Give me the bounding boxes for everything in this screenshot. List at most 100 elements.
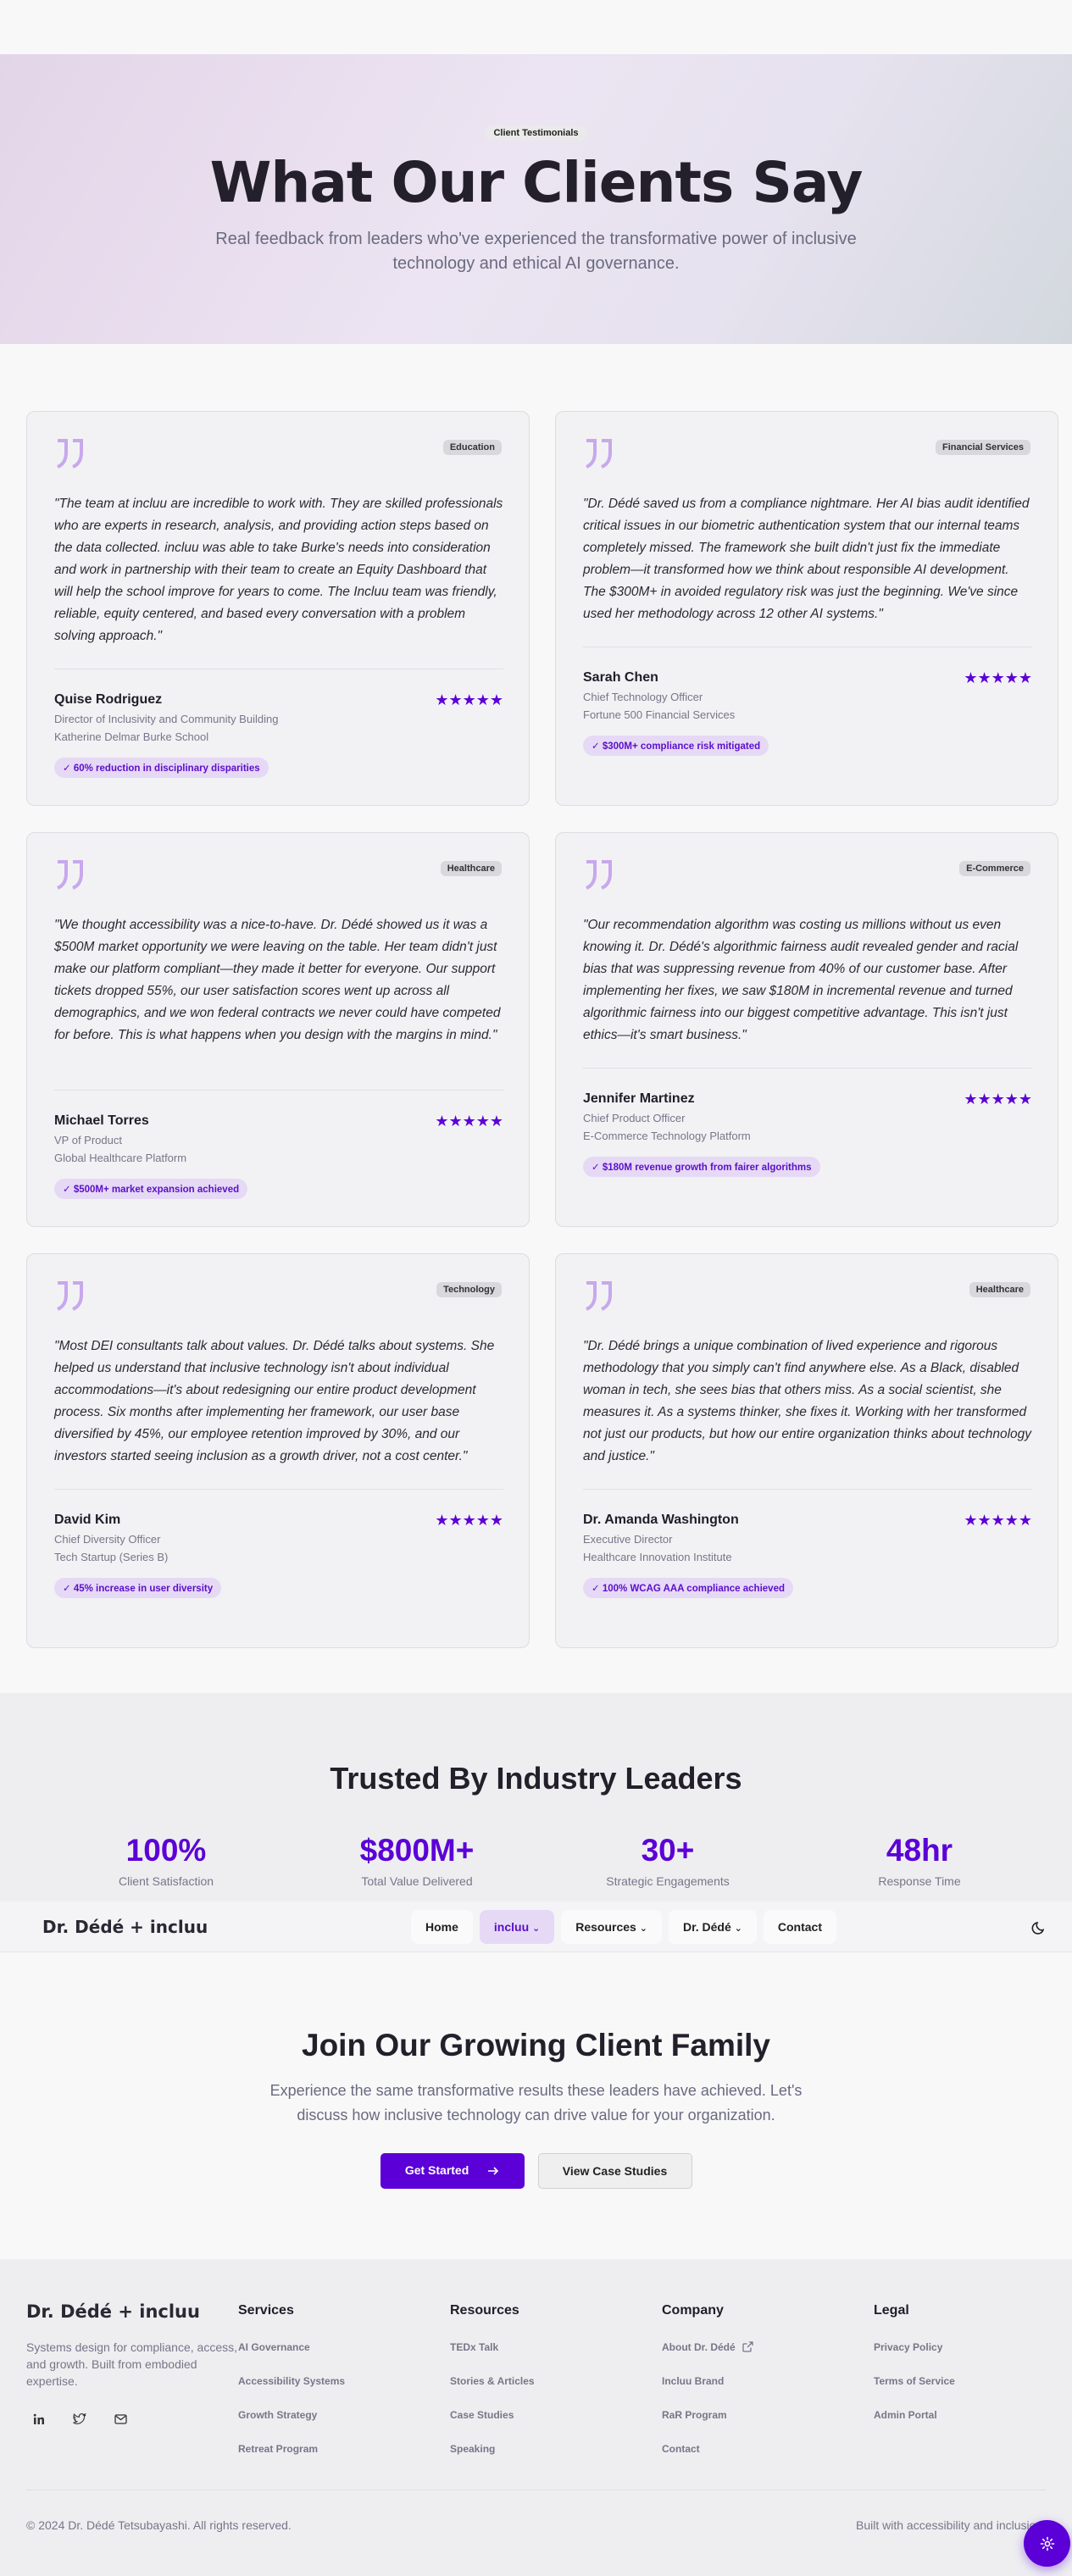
client-organization: Global Healthcare Platform xyxy=(54,1152,187,1164)
testimonial-card: Education "The team at incluu are incred… xyxy=(26,411,530,806)
nav-links: Home incluu ⌄ Resources ⌄ Dr. Dédé ⌄ Con… xyxy=(411,1910,836,1944)
footer-link[interactable]: Incluu Brand xyxy=(662,2374,831,2387)
twitter-icon[interactable] xyxy=(67,2407,92,2432)
stats-title: Trusted By Industry Leaders xyxy=(330,1761,742,1796)
brand-logo[interactable]: Dr. Dédé + incluu xyxy=(42,1917,208,1937)
arrow-right-icon xyxy=(488,2167,499,2175)
gear-icon xyxy=(1040,2536,1054,2551)
nav-link-label: incluu xyxy=(493,1920,530,1934)
footer-link[interactable]: Speaking xyxy=(450,2442,619,2455)
testimonial-quote: "Dr. Dédé saved us from a compliance nig… xyxy=(583,497,1030,621)
view-case-studies-button[interactable]: View Case Studies xyxy=(537,2153,692,2189)
divider xyxy=(54,1090,503,1091)
cta-section: Join Our Growing Client Family Experienc… xyxy=(0,1974,1072,2189)
testimonial-card: Technology "Most DEI consultants talk ab… xyxy=(26,1253,530,1648)
stat-item: 100% Client Satisfaction xyxy=(39,1832,293,1888)
category-badge: Education xyxy=(442,440,502,455)
testimonial-card: E-Commerce "Our recommendation algorithm… xyxy=(555,832,1058,1227)
quote-icon xyxy=(57,439,83,469)
divider xyxy=(583,1068,1032,1069)
footer-column-company: Company About Dr. Dédé Incluu Brand RaR … xyxy=(662,2303,831,2476)
footer-link-about[interactable]: About Dr. Dédé xyxy=(662,2340,831,2353)
stat-label: Total Value Delivered xyxy=(361,1874,473,1888)
footer-link[interactable]: Retreat Program xyxy=(238,2442,408,2455)
client-info: Dr. Amanda Washington Executive Director… xyxy=(583,1510,1032,1598)
stat-label: Strategic Engagements xyxy=(606,1874,730,1888)
footer-link-label: About Dr. Dédé xyxy=(662,2340,736,2353)
star-rating: ★★★★★ xyxy=(964,1512,1032,1529)
nav-link-incluu[interactable]: incluu ⌄ xyxy=(479,1910,555,1944)
nav-link-home[interactable]: Home xyxy=(411,1910,473,1944)
copyright: © 2024 Dr. Dédé Tetsubayashi. All rights… xyxy=(26,2518,292,2532)
testimonial-quote: "We thought accessibility was a nice-to-… xyxy=(54,918,501,1042)
social-links xyxy=(26,2407,133,2432)
footer-column-legal: Legal Privacy Policy Terms of Service Ad… xyxy=(874,2303,1043,2442)
star-rating: ★★★★★ xyxy=(435,691,503,708)
footer-link[interactable]: Case Studies xyxy=(450,2408,619,2421)
result-badge: ✓ 100% WCAG AAA compliance achieved xyxy=(583,1578,793,1598)
testimonial-card: Healthcare "We thought accessibility was… xyxy=(26,832,530,1227)
footer-link[interactable]: RaR Program xyxy=(662,2408,831,2421)
client-role: Chief Technology Officer xyxy=(583,691,703,703)
testimonial-card: Financial Services "Dr. Dédé saved us fr… xyxy=(555,411,1058,806)
nav-link-label: Home xyxy=(425,1920,458,1934)
nav-link-resources[interactable]: Resources ⌄ xyxy=(561,1910,662,1944)
client-organization: E-Commerce Technology Platform xyxy=(583,1130,751,1142)
result-badge: ✓ 45% increase in user diversity xyxy=(54,1578,222,1598)
nav-link-label: Resources xyxy=(575,1920,636,1934)
footer-brand: Dr. Dédé + incluu xyxy=(26,2301,200,2322)
linkedin-icon[interactable] xyxy=(26,2407,52,2432)
nav-link-dr-dede[interactable]: Dr. Dédé ⌄ xyxy=(668,1910,757,1944)
client-info: David Kim Chief Diversity Officer Tech S… xyxy=(54,1510,503,1598)
client-role: Director of Inclusivity and Community Bu… xyxy=(54,713,279,725)
footer-column-services: Services AI Governance Accessibility Sys… xyxy=(238,2303,408,2476)
category-badge: Financial Services xyxy=(936,440,1030,455)
divider xyxy=(54,1489,503,1490)
category-badge: Technology xyxy=(436,1282,502,1297)
hero-badge: Client Testimonials xyxy=(486,125,586,141)
client-info: Michael Torres VP of Product Global Heal… xyxy=(54,1111,503,1199)
footer-link[interactable]: Growth Strategy xyxy=(238,2408,408,2421)
footer-link[interactable]: Privacy Policy xyxy=(874,2340,1043,2353)
footer-column-title: Company xyxy=(662,2303,724,2318)
client-role: Executive Director xyxy=(583,1533,673,1546)
star-rating: ★★★★★ xyxy=(964,669,1032,686)
external-link-icon xyxy=(742,2341,753,2352)
category-badge: Healthcare xyxy=(440,861,502,876)
footer-column-resources: Resources TEDx Talk Stories & Articles C… xyxy=(450,2303,619,2476)
footer-link[interactable]: AI Governance xyxy=(238,2340,408,2353)
stat-value: $800M+ xyxy=(359,1833,475,1868)
accessibility-settings-button[interactable] xyxy=(1024,2520,1070,2567)
get-started-button[interactable]: Get Started xyxy=(380,2153,525,2189)
chevron-down-icon: ⌄ xyxy=(734,1924,742,1934)
footer-link[interactable]: Contact xyxy=(662,2442,831,2455)
mail-icon[interactable] xyxy=(108,2407,133,2432)
footer-link[interactable]: Stories & Articles xyxy=(450,2374,619,2387)
footer-link[interactable]: Accessibility Systems xyxy=(238,2374,408,2387)
footer-link[interactable]: Admin Portal xyxy=(874,2408,1043,2421)
stat-value: 100% xyxy=(125,1833,207,1868)
star-rating: ★★★★★ xyxy=(435,1113,503,1130)
quote-icon xyxy=(586,1281,612,1311)
footer-column-title: Legal xyxy=(874,2303,909,2318)
client-organization: Fortune 500 Financial Services xyxy=(583,708,736,721)
category-badge: Healthcare xyxy=(969,1282,1030,1297)
hero-subtitle: Real feedback from leaders who've experi… xyxy=(215,230,857,273)
result-badge: ✓ $500M+ market expansion achieved xyxy=(54,1179,248,1199)
footer-link[interactable]: TEDx Talk xyxy=(450,2340,619,2353)
client-organization: Katherine Delmar Burke School xyxy=(54,730,209,743)
chevron-down-icon: ⌄ xyxy=(639,1924,647,1934)
footer-link[interactable]: Terms of Service xyxy=(874,2374,1043,2387)
testimonial-card: Healthcare "Dr. Dédé brings a unique com… xyxy=(555,1253,1058,1648)
result-badge: ✓ $180M revenue growth from fairer algor… xyxy=(583,1157,820,1177)
nav-link-contact[interactable]: Contact xyxy=(763,1910,836,1944)
cta-title: Join Our Growing Client Family xyxy=(302,2028,770,2062)
moon-icon[interactable] xyxy=(1031,1918,1048,1935)
footer-column-title: Resources xyxy=(450,2303,519,2318)
divider xyxy=(583,1489,1032,1490)
stat-item: $800M+ Total Value Delivered xyxy=(290,1832,544,1888)
quote-icon xyxy=(57,860,83,890)
client-info: Jennifer Martinez Chief Product Officer … xyxy=(583,1089,1032,1177)
result-badge: ✓ 60% reduction in disciplinary disparit… xyxy=(54,758,269,778)
stat-item: 30+ Strategic Engagements xyxy=(541,1832,795,1888)
